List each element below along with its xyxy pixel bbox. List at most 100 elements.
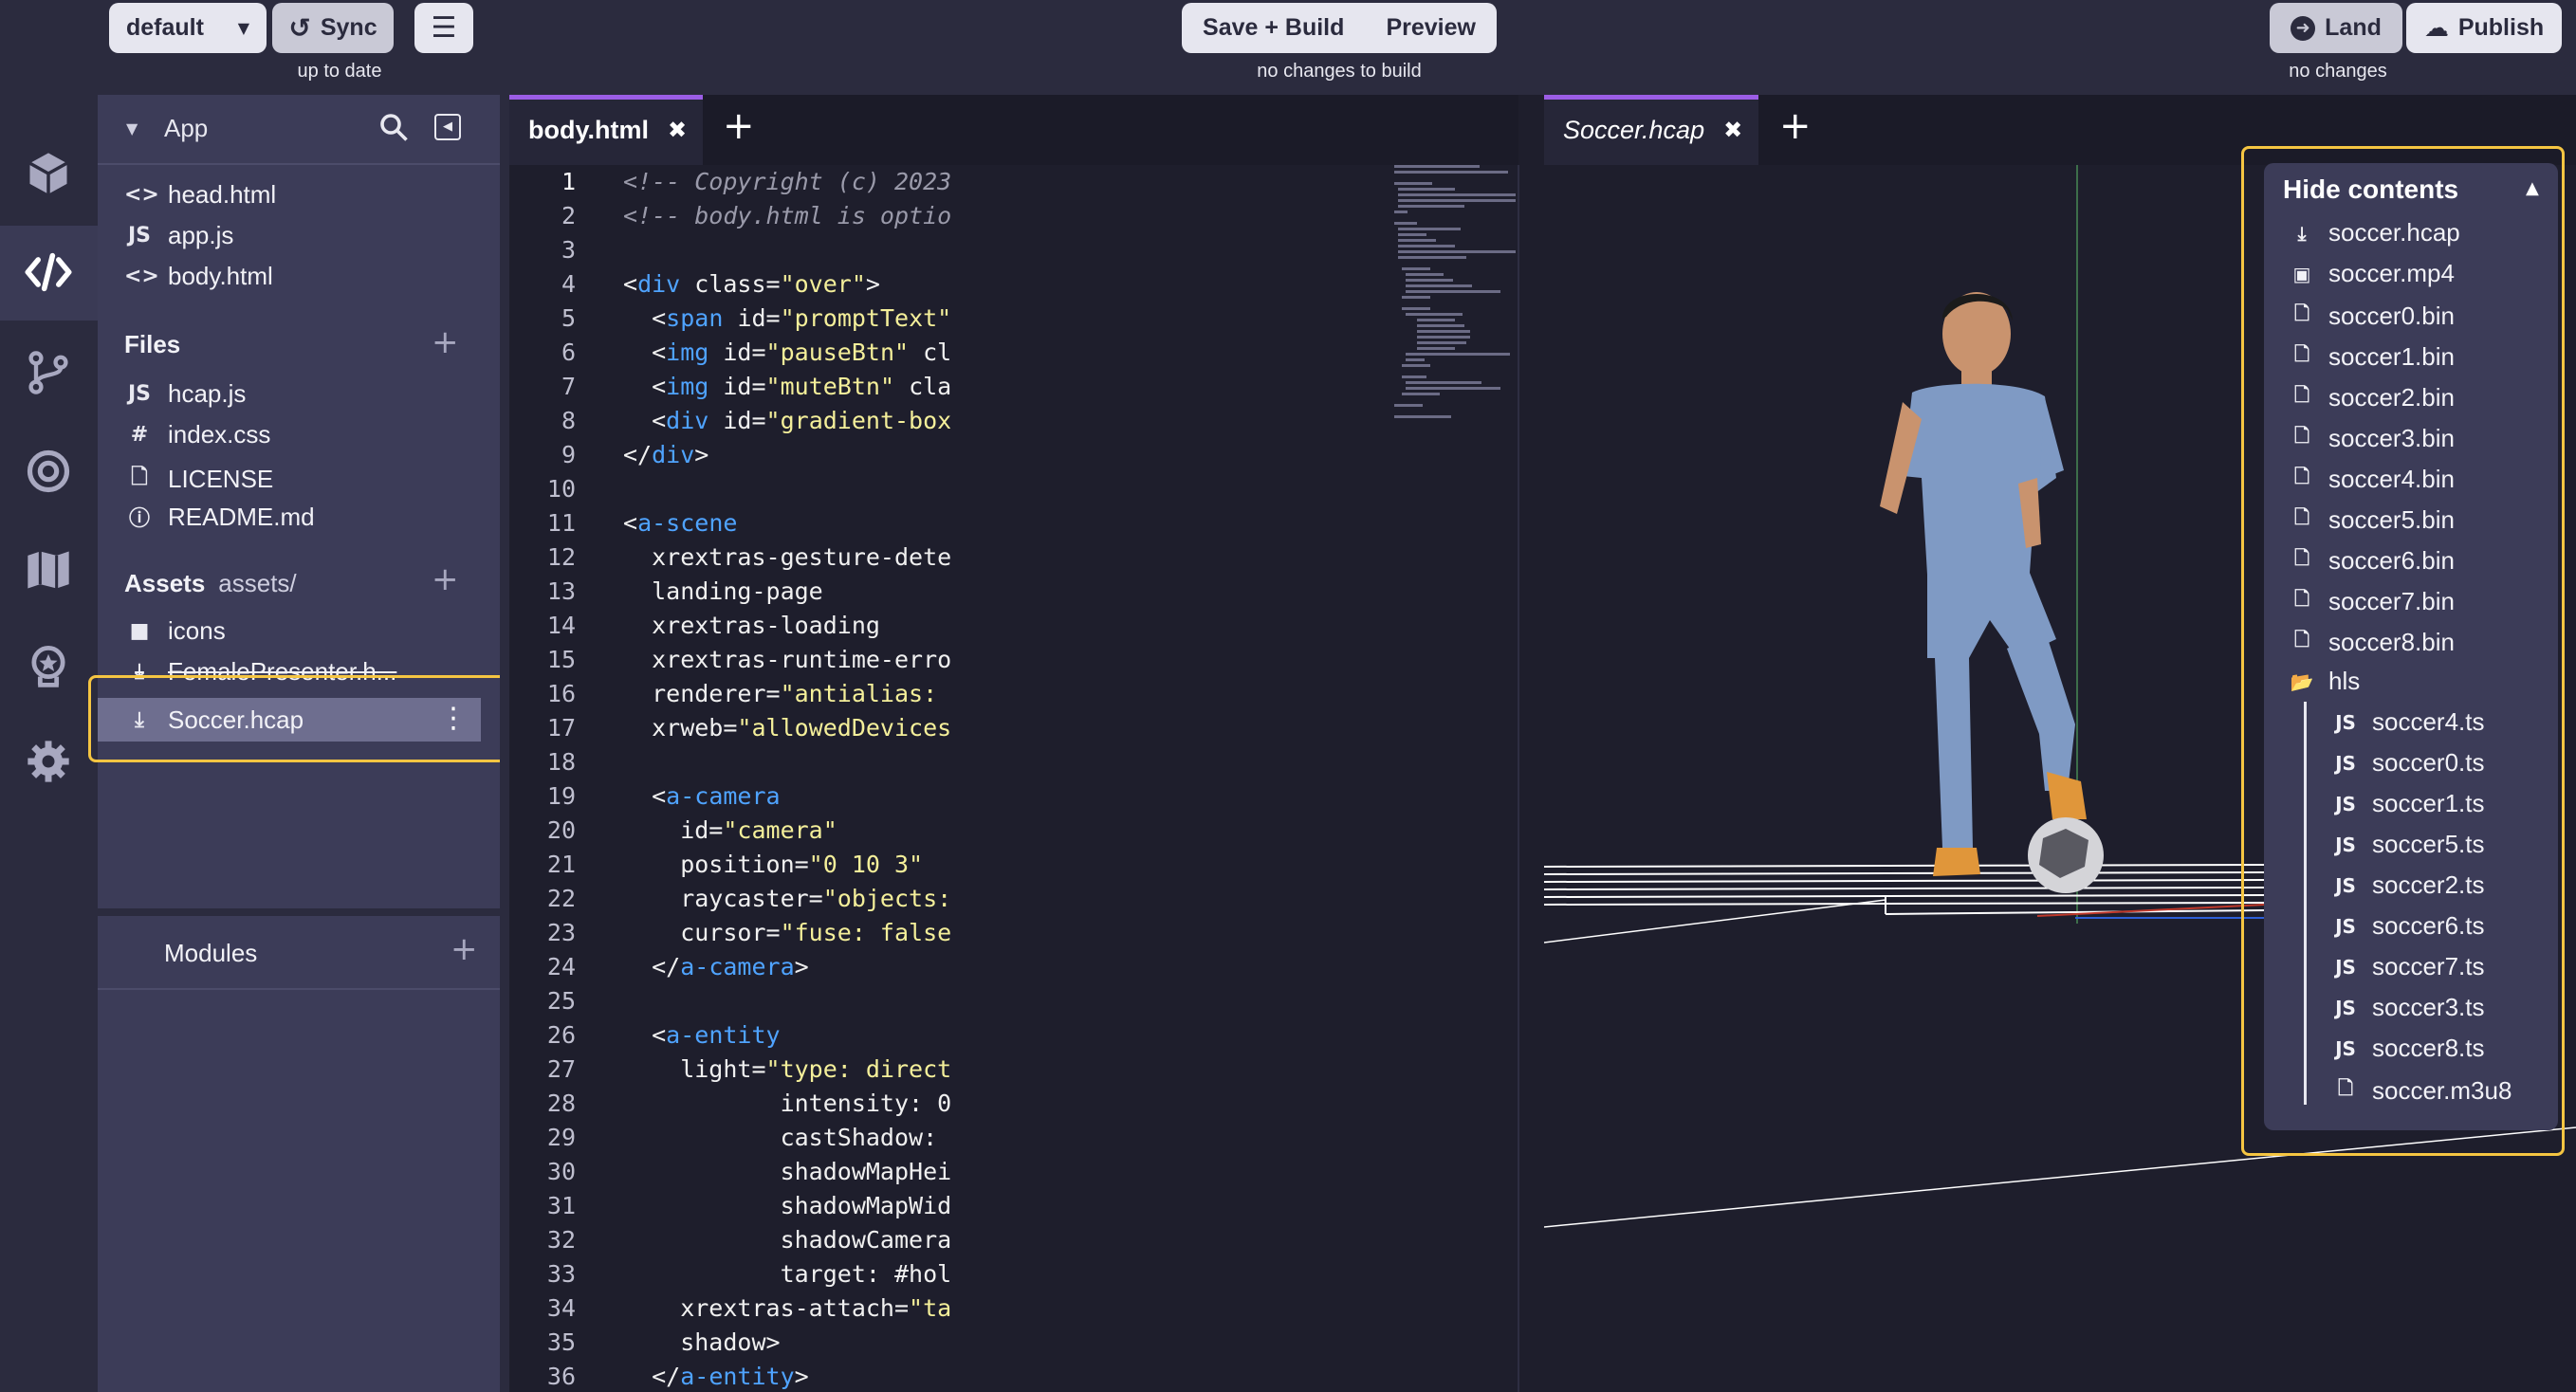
code-line[interactable]: 26 <a-entity [509, 1018, 1518, 1053]
assets-path: assets/ [218, 569, 297, 597]
code-line[interactable]: 2 <!-- body.html is optional; elements wi… [509, 199, 1518, 233]
code-line[interactable]: 3 [509, 233, 1518, 267]
code-minimap[interactable] [1394, 165, 1518, 430]
pane-splitter[interactable] [500, 95, 509, 1392]
code-line[interactable]: 20 id="camera" [509, 814, 1518, 848]
files-section-header[interactable]: Files [124, 330, 180, 359]
code-line[interactable]: 23 cursor="fuse: false; rayOrigin: mouse… [509, 916, 1518, 950]
divider [98, 908, 500, 916]
add-module-icon[interactable]: + [451, 933, 478, 965]
code-line[interactable]: 6 <img id="pauseBtn" class="media-btn" s… [509, 336, 1518, 370]
code-line[interactable]: 7 <img id="muteBtn" class="media-btn" sr… [509, 370, 1518, 404]
cube-icon[interactable] [21, 146, 76, 201]
code-line[interactable]: 16 renderer="antialias: true; colorManag… [509, 677, 1518, 711]
code-line[interactable]: 12 xrextras-gesture-detector [509, 540, 1518, 575]
line-number: 4 [561, 270, 576, 298]
code-line[interactable]: 29 castShadow: true; [509, 1121, 1518, 1155]
badge-icon[interactable] [21, 641, 76, 696]
code-line[interactable]: 25 [509, 984, 1518, 1018]
code-line[interactable]: 28 intensity: 0.8; [509, 1087, 1518, 1121]
file-item-app-js[interactable]: JS app.js [124, 221, 233, 250]
line-number: 28 [546, 1090, 576, 1117]
tab-soccer-hcap[interactable]: Soccer.hcap ✖ [1544, 95, 1758, 165]
line-number: 15 [546, 646, 576, 673]
preview-button[interactable]: Preview [1386, 14, 1476, 42]
code-line[interactable]: 21 position="0 10 3" [509, 848, 1518, 882]
source-control-icon[interactable] [21, 345, 76, 400]
code-line[interactable]: 14 xrextras-loading [509, 609, 1518, 643]
sync-button[interactable]: ↺ Sync [272, 3, 394, 53]
file-item-body-html[interactable]: <> body.html [124, 262, 273, 291]
land-button[interactable]: ➜ Land [2270, 3, 2402, 53]
target-icon[interactable] [21, 444, 76, 499]
line-number: 23 [546, 919, 576, 946]
code-line[interactable]: 4 <div class="over"> [509, 267, 1518, 302]
app-section-header[interactable]: ▼ App ◀ [98, 95, 500, 163]
code-line[interactable]: 33 target: #holo;" [509, 1257, 1518, 1291]
save-build-button[interactable]: Save + Build [1203, 14, 1344, 42]
code-text: shadowMapWidth:2048; [780, 1192, 950, 1219]
line-number: 20 [546, 816, 576, 844]
code-line[interactable]: 36 </a-entity> [509, 1360, 1518, 1392]
code-editor-icon[interactable] [21, 245, 76, 300]
add-file-icon[interactable]: + [432, 326, 459, 358]
search-icon[interactable] [377, 110, 411, 144]
assets-section-header[interactable]: Assets assets/ [124, 569, 297, 598]
line-number: 14 [546, 612, 576, 639]
file-item-readme[interactable]: ⓘ README.md [124, 502, 315, 532]
code-line[interactable]: 34 xrextras-attach="target: holo; offset… [509, 1291, 1518, 1326]
line-number: 21 [546, 851, 576, 878]
close-icon[interactable]: ✖ [1723, 117, 1742, 143]
code-line[interactable]: 19 <a-camera [509, 779, 1518, 814]
line-number: 19 [546, 782, 576, 810]
code-line[interactable]: 24 </a-camera> [509, 950, 1518, 984]
code-line[interactable]: 15 xrextras-runtime-error [509, 643, 1518, 677]
line-number: 29 [546, 1124, 576, 1151]
branch-dropdown[interactable]: default ▼ [109, 3, 267, 53]
publish-button[interactable]: ☁ Publish [2406, 3, 2562, 53]
code-line[interactable]: 22 raycaster="objects: .cantap" [509, 882, 1518, 916]
line-number: 7 [561, 373, 576, 400]
code-text: </a-entity> [652, 1363, 809, 1390]
code-text: id="camera" [623, 816, 837, 844]
code-line[interactable]: 8 <div id="gradient-box"></div> [509, 404, 1518, 438]
code-line[interactable]: 35 shadow> [509, 1326, 1518, 1360]
file-item-hcap-js[interactable]: JS hcap.js [124, 379, 246, 409]
code-line[interactable]: 11 <a-scene [509, 506, 1518, 540]
code-text: xrextras-gesture-detector [652, 543, 950, 571]
map-icon[interactable] [21, 542, 76, 597]
modules-section-header[interactable]: Modules [164, 939, 257, 968]
collapse-panel-icon[interactable]: ◀ [434, 114, 461, 140]
code-line[interactable]: 18 [509, 745, 1518, 779]
tab-body-html[interactable]: body.html ✖ [509, 95, 703, 165]
code-text: intensity: 0.8; [780, 1090, 950, 1117]
code-text: <!-- Copyright (c) 2023 8th Wall, Inc. -… [623, 168, 950, 195]
file-item-index-css[interactable]: # index.css [124, 420, 271, 449]
add-tab-icon[interactable]: + [723, 104, 755, 148]
menu-button[interactable]: ☰ [414, 3, 473, 53]
add-asset-icon[interactable]: + [432, 563, 459, 595]
folder-item-icons[interactable]: ■ icons [124, 616, 226, 646]
code-line[interactable]: 13 landing-page [509, 575, 1518, 609]
line-number: 31 [546, 1192, 576, 1219]
code-line[interactable]: 30 shadowMapHeight:2048; [509, 1155, 1518, 1189]
line-number: 1 [561, 168, 576, 195]
add-tab-icon[interactable]: + [1779, 104, 1812, 148]
file-item-license[interactable]: 🗋 LICENSE [124, 461, 273, 497]
close-icon[interactable]: ✖ [668, 117, 687, 143]
code-line[interactable]: 27 light="type: directional; [509, 1053, 1518, 1087]
code-editor[interactable]: 1 <!-- Copyright (c) 2023 8th Wall, Inc. … [509, 165, 1518, 1392]
line-number: 35 [546, 1328, 576, 1356]
assets-title: Assets [124, 569, 206, 597]
code-line[interactable]: 5 <span id="promptText"></span> [509, 302, 1518, 336]
code-text: <span id="promptText"></span> [652, 304, 950, 332]
code-line[interactable]: 9 </div> [509, 438, 1518, 472]
code-line[interactable]: 31 shadowMapWidth:2048; [509, 1189, 1518, 1223]
gear-icon[interactable] [21, 734, 76, 789]
code-line[interactable]: 1 <!-- Copyright (c) 2023 8th Wall, Inc. … [509, 165, 1518, 199]
code-line[interactable]: 10 [509, 472, 1518, 506]
line-number: 33 [546, 1260, 576, 1288]
code-line[interactable]: 17 xrweb="allowedDevices: any"> [509, 711, 1518, 745]
file-item-head-html[interactable]: <> head.html [124, 180, 276, 210]
code-line[interactable]: 32 shadowCameraTop: 10; [509, 1223, 1518, 1257]
